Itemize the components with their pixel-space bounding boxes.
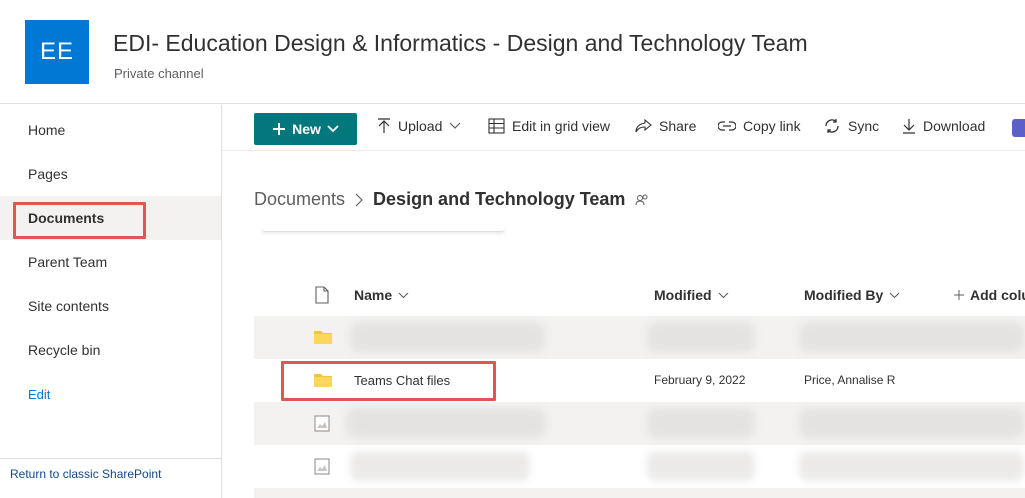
share-icon: [635, 118, 652, 132]
edit-grid-view-button[interactable]: Edit in grid view: [488, 118, 610, 134]
teams-icon[interactable]: [1012, 119, 1025, 137]
site-subtitle: Private channel: [114, 66, 204, 81]
download-icon: [903, 119, 915, 134]
redacted-modified-by: [799, 408, 1024, 438]
link-icon: [718, 121, 736, 131]
row-modified-by[interactable]: Price, Annalise R: [804, 373, 895, 387]
table-row[interactable]: [254, 445, 1025, 488]
command-bar: New Upload Edit in grid view Share Copy …: [222, 105, 1025, 151]
column-name[interactable]: Name: [354, 287, 409, 303]
column-name-label: Name: [354, 287, 393, 303]
table-row: [254, 488, 1025, 498]
nav-item-parent-team[interactable]: Parent Team: [0, 240, 221, 284]
teams-chat-files-highlight-box: [281, 361, 496, 401]
people-icon[interactable]: [635, 194, 649, 206]
table-row[interactable]: [254, 316, 1025, 359]
add-column-button[interactable]: Add colu: [954, 287, 1025, 303]
share-label: Share: [659, 118, 697, 134]
redacted-modified: [647, 408, 755, 438]
breadcrumb-current: Design and Technology Team: [373, 189, 626, 209]
upload-icon: [378, 118, 390, 133]
list-header: Name Modified Modified By Add colu: [254, 274, 1025, 316]
breadcrumb-dropdown-edge: [262, 226, 505, 232]
breadcrumb-documents[interactable]: Documents: [254, 189, 345, 210]
site-header: EE EDI- Education Design & Informatics -…: [0, 0, 1025, 104]
sync-label: Sync: [848, 118, 880, 134]
copy-link-label: Copy link: [743, 118, 801, 134]
column-modified[interactable]: Modified: [654, 287, 729, 303]
nav-edit-link[interactable]: Edit: [0, 372, 221, 416]
chevron-down-icon: [889, 292, 900, 298]
nav-item-home[interactable]: Home: [0, 108, 221, 152]
column-modified-label: Modified: [654, 287, 712, 303]
upload-button[interactable]: Upload: [377, 118, 461, 134]
edit-grid-view-label: Edit in grid view: [512, 118, 611, 134]
download-label: Download: [923, 118, 986, 134]
redacted-modified: [647, 451, 755, 481]
file-type-icon[interactable]: [315, 286, 329, 304]
image-file-icon: [314, 415, 330, 432]
chevron-down-icon: [718, 292, 728, 298]
nav-item-recycle-bin[interactable]: Recycle bin: [0, 328, 221, 372]
new-button-label: New: [292, 121, 321, 137]
sync-icon: [825, 119, 839, 133]
share-button[interactable]: Share: [635, 118, 696, 134]
breadcrumb: Documents Design and Technology Team: [254, 189, 649, 210]
row-modified: February 9, 2022: [654, 373, 746, 387]
site-title[interactable]: EDI- Education Design & Informatics - De…: [113, 30, 808, 57]
plus-icon: [954, 290, 964, 300]
return-to-classic-link[interactable]: Return to classic SharePoint: [10, 467, 161, 481]
chevron-right-icon: [355, 193, 363, 206]
redacted-modified-by: [799, 322, 1024, 352]
nav-footer: Return to classic SharePoint: [0, 458, 221, 498]
table-row[interactable]: [254, 402, 1025, 445]
download-button[interactable]: Download: [902, 118, 985, 134]
plus-icon: [273, 123, 286, 135]
image-file-icon: [314, 458, 330, 475]
copy-link-button[interactable]: Copy link: [718, 118, 801, 134]
chevron-down-icon: [398, 292, 409, 298]
nav-item-pages[interactable]: Pages: [0, 152, 221, 196]
redacted-name: [350, 322, 545, 352]
left-navigation: Home Pages Documents Parent Team Site co…: [0, 105, 222, 498]
documents-highlight-box: [13, 202, 146, 239]
folder-icon: [314, 331, 332, 344]
sync-button[interactable]: Sync: [823, 118, 879, 134]
new-button[interactable]: New: [254, 113, 357, 145]
column-modified-by[interactable]: Modified By: [804, 287, 900, 303]
site-logo[interactable]: EE: [25, 20, 89, 84]
redacted-name: [350, 451, 530, 481]
redacted-modified-by: [799, 451, 1024, 481]
upload-label: Upload: [398, 118, 443, 134]
add-column-label: Add colu: [970, 287, 1025, 303]
chevron-down-icon: [449, 122, 461, 129]
nav-item-site-contents[interactable]: Site contents: [0, 284, 221, 328]
redacted-modified: [647, 322, 755, 352]
redacted-name: [346, 408, 546, 438]
chevron-down-icon: [327, 125, 339, 133]
column-modified-by-label: Modified By: [804, 287, 884, 303]
grid-icon: [488, 118, 505, 134]
